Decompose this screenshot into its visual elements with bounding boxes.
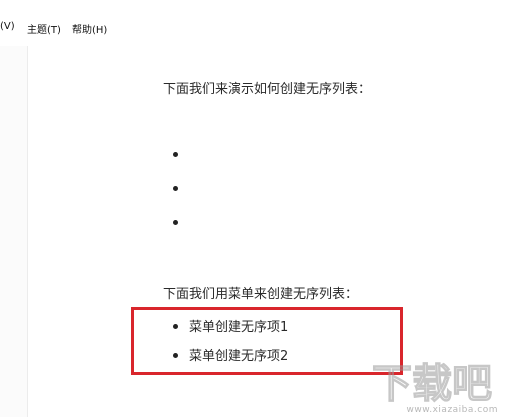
menu-view[interactable]: (V) (0, 21, 15, 32)
empty-list-bullet (173, 220, 178, 225)
watermark-logo-text: 下载吧 (372, 361, 492, 407)
menu-theme[interactable]: 主题(T) (27, 21, 61, 36)
watermark-url: www.xiazaiba.com (406, 405, 498, 415)
menu-bar: (V) 主题(T) 帮助(H) (0, 0, 506, 46)
heading-menu-demo: 下面我们用菜单来创建无序列表： (163, 287, 359, 302)
empty-list-bullet (173, 152, 178, 157)
empty-list-bullet (173, 186, 178, 191)
menu-help[interactable]: 帮助(H) (72, 21, 107, 36)
heading-demo: 下面我们来演示如何创建无序列表： (163, 82, 372, 97)
left-margin (0, 46, 28, 417)
